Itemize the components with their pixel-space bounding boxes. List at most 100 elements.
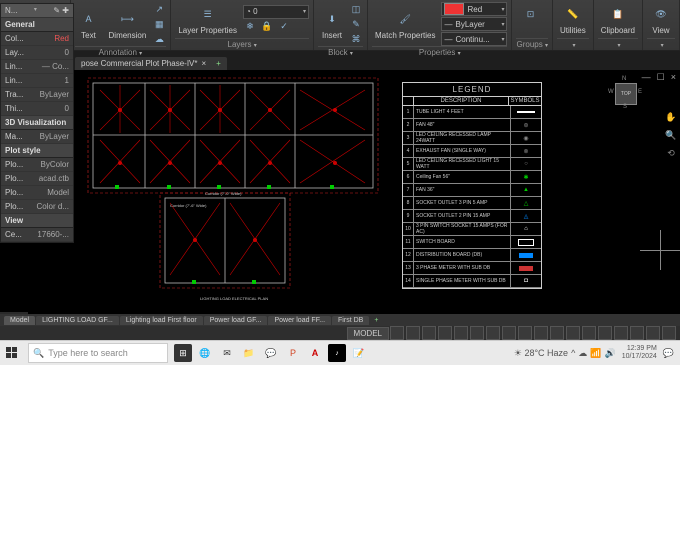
taskbar-clock[interactable]: 12:39 PM10/17/2024: [619, 345, 660, 361]
create-block-icon[interactable]: ◫: [349, 2, 363, 16]
anno-toggle[interactable]: [534, 326, 548, 340]
prop-row[interactable]: Plo...ByColor: [1, 158, 73, 172]
maximize-icon[interactable]: ☐: [657, 72, 665, 83]
insert-button[interactable]: ⬇Insert: [318, 7, 346, 41]
app-icon[interactable]: 📝: [350, 344, 368, 362]
prop-row[interactable]: Plo...Color d...: [1, 200, 73, 214]
layout-tab[interactable]: Lighting load First floor: [120, 316, 203, 325]
prop-row[interactable]: Lin...— Co...: [1, 60, 73, 74]
weather-widget[interactable]: ☀ 28°C Haze: [514, 348, 568, 359]
add-layout-icon[interactable]: +: [370, 317, 382, 324]
layout-tab[interactable]: Power load FF...: [268, 316, 331, 325]
prop-noselection[interactable]: N...▾✎ ✚: [1, 4, 73, 18]
table-icon[interactable]: ▦: [152, 17, 166, 31]
explorer-icon[interactable]: 📁: [240, 344, 258, 362]
prop-row[interactable]: Thi...0: [1, 102, 73, 116]
leader-icon[interactable]: ↗: [152, 2, 166, 16]
view-button[interactable]: 👁View: [647, 2, 675, 36]
prop-header-plot[interactable]: Plot style: [1, 144, 73, 158]
grid-toggle[interactable]: [390, 326, 404, 340]
quickprops-toggle[interactable]: [598, 326, 612, 340]
edit-block-icon[interactable]: ✎: [349, 17, 363, 31]
minimize-icon[interactable]: —: [642, 72, 651, 83]
mail-icon[interactable]: ✉: [218, 344, 236, 362]
cycling-toggle[interactable]: [518, 326, 532, 340]
zoom-icon[interactable]: 🔍: [664, 128, 678, 142]
color-dropdown[interactable]: Red▾: [441, 2, 507, 16]
prop-row[interactable]: Plo...Model: [1, 186, 73, 200]
hw-toggle[interactable]: [630, 326, 644, 340]
group-button[interactable]: ⊡: [516, 2, 544, 26]
snap-toggle[interactable]: [406, 326, 420, 340]
workspace-toggle[interactable]: [550, 326, 564, 340]
orbit-icon[interactable]: ⟲: [664, 146, 678, 160]
prop-header-3d[interactable]: 3D Visualization: [1, 116, 73, 130]
viewcube-n[interactable]: N: [622, 76, 626, 82]
prop-row[interactable]: Lay...0: [1, 46, 73, 60]
prop-row[interactable]: Col...Red: [1, 32, 73, 46]
isolate-toggle[interactable]: [614, 326, 628, 340]
whatsapp-icon[interactable]: 💬: [262, 344, 280, 362]
close-icon[interactable]: ×: [671, 72, 676, 83]
clean-toggle[interactable]: [646, 326, 660, 340]
viewcube-w[interactable]: W: [608, 89, 614, 95]
sound-icon[interactable]: 🔊: [605, 348, 616, 359]
text-button[interactable]: AText: [75, 7, 103, 41]
onedrive-icon[interactable]: ☁: [578, 348, 587, 359]
transparency-toggle[interactable]: [502, 326, 516, 340]
polar-toggle[interactable]: [438, 326, 452, 340]
windows-taskbar: 🔍 Type here to search ⊞ 🌐 ✉ 📁 💬 P A ♪ 📝 …: [0, 340, 680, 365]
powerpoint-icon[interactable]: P: [284, 344, 302, 362]
layer-match-icon[interactable]: ✓: [277, 20, 291, 34]
layer-lock-icon[interactable]: 🔒: [260, 20, 274, 34]
prop-row[interactable]: Tra...ByLayer: [1, 88, 73, 102]
osnap-toggle[interactable]: [454, 326, 468, 340]
utilities-button[interactable]: 📏Utilities: [557, 2, 589, 36]
prop-row[interactable]: Lin...1: [1, 74, 73, 88]
drawing-tab[interactable]: pose Commercial Plot Phase-IV* × +: [75, 57, 227, 70]
viewcube-s[interactable]: S: [623, 104, 627, 110]
wifi-icon[interactable]: 📶: [590, 348, 601, 359]
monitor-toggle[interactable]: [566, 326, 580, 340]
customize-toggle[interactable]: [662, 326, 676, 340]
viewcube-e[interactable]: E: [638, 89, 642, 95]
layout-tab[interactable]: LIGHTING LOAD GF...: [36, 316, 119, 325]
lineweight-dropdown[interactable]: — ByLayer▾: [441, 17, 507, 31]
layout-tab[interactable]: First DB: [332, 316, 369, 325]
lwt-toggle[interactable]: [486, 326, 500, 340]
close-tab-icon[interactable]: ×: [202, 59, 207, 68]
prop-row[interactable]: Plo...acad.ctb: [1, 172, 73, 186]
units-toggle[interactable]: [582, 326, 596, 340]
notifications-icon[interactable]: 💬: [663, 348, 674, 359]
drawing-canvas[interactable]: — ☐ ×: [0, 70, 680, 325]
prop-header-view[interactable]: View: [1, 214, 73, 228]
layout-tab[interactable]: Power load GF...: [204, 316, 268, 325]
edge-icon[interactable]: 🌐: [196, 344, 214, 362]
viewcube[interactable]: N S E W TOP: [610, 78, 640, 108]
cloud-icon[interactable]: ☁: [152, 32, 166, 46]
match-properties-button[interactable]: 🖌Match Properties: [372, 7, 438, 41]
autocad-icon[interactable]: A: [306, 344, 324, 362]
otrack-toggle[interactable]: [470, 326, 484, 340]
pan-icon[interactable]: ✋: [664, 110, 678, 124]
clipboard-button[interactable]: 📋Clipboard: [598, 2, 638, 36]
start-button[interactable]: [0, 341, 24, 365]
attr-icon[interactable]: ⌘: [349, 32, 363, 46]
linetype-dropdown[interactable]: — Continu...▾: [441, 32, 507, 46]
tray-chevron-icon[interactable]: ^: [571, 348, 575, 358]
model-space-button[interactable]: MODEL: [347, 327, 389, 340]
prop-header-general[interactable]: General: [1, 18, 73, 32]
dimension-button[interactable]: ⟼Dimension: [106, 7, 150, 41]
taskbar-search[interactable]: 🔍 Type here to search: [28, 343, 168, 363]
ortho-toggle[interactable]: [422, 326, 436, 340]
layout-tab[interactable]: Model: [4, 316, 35, 325]
taskview-icon[interactable]: ⊞: [174, 344, 192, 362]
prop-row[interactable]: Ma...ByLayer: [1, 130, 73, 144]
new-tab-icon[interactable]: +: [216, 59, 221, 68]
layer-properties-button[interactable]: ☰Layer Properties: [175, 2, 240, 36]
tiktok-icon[interactable]: ♪: [328, 344, 346, 362]
viewcube-top[interactable]: TOP: [615, 83, 637, 105]
prop-row[interactable]: Ce...17660-...: [1, 228, 73, 242]
layer-dropdown[interactable]: ◔ 0 ▾: [243, 5, 309, 19]
layer-freeze-icon[interactable]: ❄: [243, 20, 257, 34]
